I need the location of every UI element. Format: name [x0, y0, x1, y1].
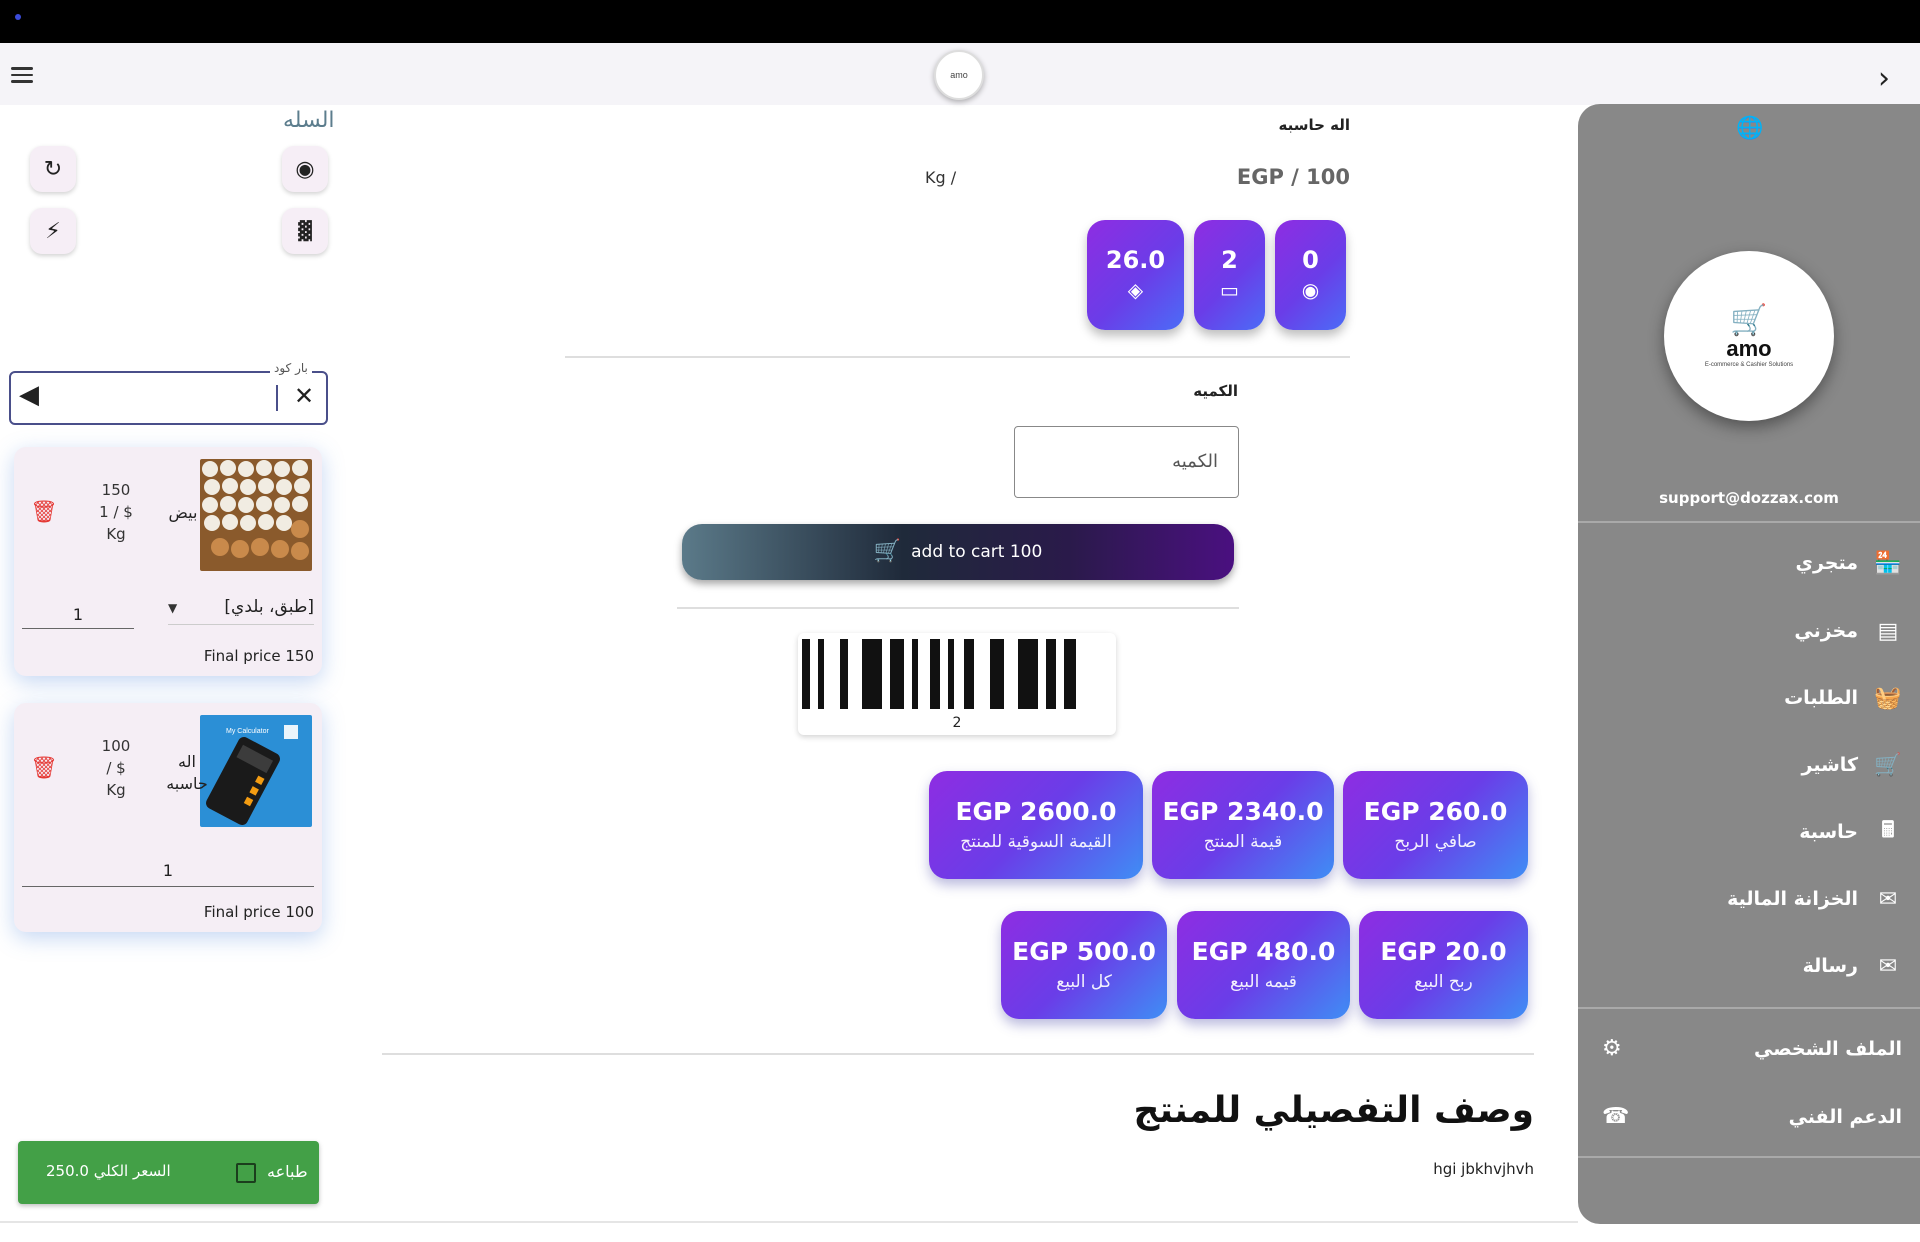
stock-stat: 26.0 ◈: [1087, 220, 1184, 330]
basket-icon: 🧺: [1874, 685, 1902, 711]
sales-stat: 2 ▭: [1194, 220, 1265, 330]
qr-code-icon: ▓: [298, 220, 312, 242]
svg-text:My Calculator: My Calculator: [226, 728, 269, 735]
cart-item: My Calculator اله حاسبه 100 / $ Kg 🗑 1 F…: [14, 703, 322, 932]
gear-icon: ⚙: [1602, 1036, 1622, 1061]
language-icon[interactable]: 🌐: [1736, 116, 1763, 141]
quantity-input[interactable]: الكميه: [1014, 426, 1239, 498]
divider: [1578, 1156, 1920, 1158]
delete-icon[interactable]: 🗑: [30, 756, 58, 781]
print-checkbox[interactable]: [236, 1163, 256, 1183]
app-bar: amo ›: [0, 43, 1920, 105]
menu-icon[interactable]: [11, 67, 33, 83]
menu-item-orders[interactable]: الطلبات 🧺: [1784, 683, 1902, 713]
item-name: اله حاسبه: [166, 752, 208, 793]
calculator-product-image: My Calculator: [200, 715, 312, 827]
divider: [1578, 1007, 1920, 1009]
menu-item-message[interactable]: رسالة ✉: [1803, 951, 1902, 981]
sales-value-tile: EGP 480.0 قيمه البيع: [1177, 911, 1350, 1019]
menu-item-treasury[interactable]: الخزانة المالية ✉: [1727, 884, 1902, 914]
store-logo: 🛒 amo E-commerce & Cashier Solutions: [1664, 251, 1834, 421]
message-icon: ✉: [1878, 886, 1898, 912]
status-bar: [0, 0, 1920, 43]
add-to-cart-button[interactable]: 🛒 add to cart 100: [682, 524, 1234, 580]
card-icon: ▭: [1220, 278, 1239, 302]
description-title: وصف التفصيلي للمنتج: [1133, 1090, 1534, 1131]
user-email: support@dozzax.com: [1659, 489, 1839, 507]
text-caret: [276, 385, 278, 411]
barcode-field-label: بار كود: [270, 361, 312, 375]
views-stat: 0 ◉: [1275, 220, 1346, 330]
divider: [565, 356, 1350, 358]
menu-item-my-store[interactable]: متجري 🏪: [1796, 548, 1902, 578]
sales-profit-tile: EGP 20.0 ربح البيع: [1359, 911, 1528, 1019]
menu-item-calculator[interactable]: حاسبة 🖩: [1799, 817, 1902, 847]
add-cart-icon: 🛒: [873, 539, 902, 564]
delete-icon[interactable]: 🗑: [30, 500, 58, 525]
dropdown-arrow-icon: ▼: [168, 601, 178, 615]
total-sales-tile: EGP 500.0 كل البيع: [1001, 911, 1167, 1019]
divider: [382, 1053, 1534, 1055]
camera-switch-button[interactable]: ↻: [30, 146, 76, 192]
message-icon: ✉: [1878, 953, 1898, 979]
description-text: hgi jbkhvjhvh: [1433, 1160, 1534, 1178]
send-arrow-icon[interactable]: ◀: [19, 380, 39, 410]
calculator-icon: 🖩: [1881, 818, 1895, 843]
product-value-tile: EGP 2340.0 قيمة المنتج: [1152, 771, 1334, 879]
net-profit-tile: EGP 260.0 صافي الربح: [1343, 771, 1528, 879]
total-price-button[interactable]: السعر الكلي 250.0 طباعه: [18, 1141, 319, 1204]
qr-scan-button[interactable]: ▓: [282, 208, 328, 254]
menu-item-my-warehouse[interactable]: مخزني ▤: [1794, 616, 1902, 646]
product-name: اله حاسبه: [1278, 116, 1350, 134]
final-price: Final price 100: [203, 903, 314, 921]
item-price: 100 / $ Kg: [101, 737, 131, 799]
warehouse-icon: ▤: [1877, 618, 1899, 644]
stop-button[interactable]: ◉: [282, 146, 328, 192]
quantity-field[interactable]: 1: [22, 605, 134, 629]
store-icon: 🏪: [1874, 550, 1902, 576]
market-value-tile: EGP 2600.0 القيمة السوقية للمنتج: [929, 771, 1143, 879]
bottom-divider: [0, 1221, 1578, 1223]
app-logo: amo: [934, 50, 984, 100]
eye-icon: ◉: [1301, 278, 1320, 302]
chevron-right-icon[interactable]: ›: [1878, 61, 1890, 96]
phone-icon: ☎: [1602, 1104, 1630, 1129]
navigation-drawer: 🌐 🛒 amo E-commerce & Cashier Solutions s…: [1578, 104, 1920, 1224]
flash-icon: ⚡: [45, 218, 61, 244]
layers-icon: ◈: [1127, 278, 1144, 302]
menu-item-profile[interactable]: ⚙ الملف الشخصي: [1578, 1036, 1902, 1066]
barcode-search-field[interactable]: بار كود ◀ ✕: [9, 361, 328, 425]
print-label: طباعه: [267, 1162, 308, 1181]
item-name: بيض: [168, 503, 198, 522]
barcode-bars: [802, 639, 1112, 709]
item-price: 150 1 / $ Kg: [99, 481, 133, 543]
product-unit: Kg /: [925, 168, 957, 187]
product-price: EGP / 100: [1236, 165, 1350, 189]
camera-dot: [15, 14, 21, 20]
variant-select[interactable]: ▼ [طبق، بلدي]: [168, 597, 314, 625]
menu-item-cashier[interactable]: كاشير 🛒: [1802, 750, 1902, 780]
clear-icon[interactable]: ✕: [294, 382, 314, 410]
cart-logo-icon: 🛒: [1730, 304, 1768, 337]
camera-switch-icon: ↻: [43, 156, 63, 182]
cart-title: السله: [283, 108, 335, 133]
cart-icon: 🛒: [1874, 752, 1902, 778]
quantity-field[interactable]: 1: [22, 861, 314, 887]
menu-item-support[interactable]: ☎ الدعم الفني: [1578, 1104, 1902, 1134]
divider: [1578, 521, 1920, 523]
divider: [677, 607, 1239, 609]
flash-button[interactable]: ⚡: [30, 208, 76, 254]
eggs-product-image: [200, 459, 312, 571]
stop-circle-icon: ◉: [295, 156, 315, 182]
cart-item: بيض 150 1 / $ Kg 🗑 ▼ [طبق، بلدي] 1 Final…: [14, 447, 322, 676]
final-price: Final price 150: [203, 647, 314, 665]
total-price: السعر الكلي 250.0: [46, 1162, 171, 1180]
barcode-number: 2: [952, 715, 962, 731]
quantity-label: الكميه: [1193, 382, 1238, 400]
product-barcode: 2: [798, 633, 1116, 735]
